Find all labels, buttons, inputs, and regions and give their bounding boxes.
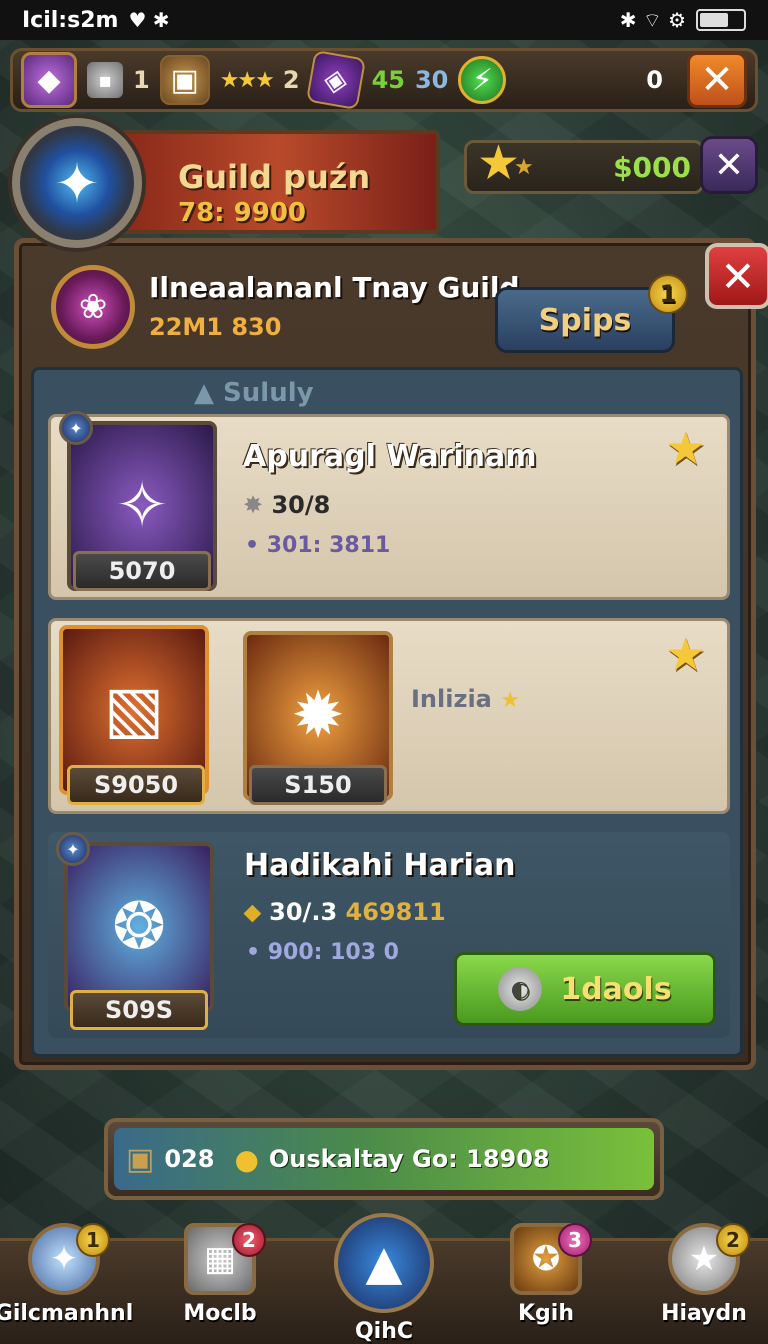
nav-label: QihC	[354, 1319, 414, 1344]
price-tag: 5070	[73, 551, 211, 591]
nav-item-play[interactable]: ▲ QihC	[324, 1213, 444, 1344]
guild-banner-title: Guild puźn	[178, 158, 371, 196]
connectivity-icons: ✱ ⌔ ⚙	[619, 7, 686, 32]
card-stat: ✸ 30/8	[243, 491, 330, 519]
rarity-badge-icon: ✦	[59, 411, 93, 445]
list-item[interactable]: ▧ S9050 ✹ S150 Inlizia ★ ★	[48, 618, 730, 814]
emerald-icon[interactable]: ⚡	[458, 56, 507, 104]
nav-item-hero[interactable]: ★ 2 Hiaydn	[644, 1223, 764, 1344]
reward-list: ▲ Sululy ✧ ✦ 5070 Apuragl Warinam ✸ 30/8…	[31, 367, 743, 1057]
play-gem-icon: ▲	[334, 1213, 434, 1313]
guild-banner-subtitle: 78: 9900	[178, 198, 306, 228]
favorite-star-icon[interactable]: ★	[665, 421, 706, 475]
magic-box-icon: ◈	[305, 49, 366, 111]
claim-label: 1daols	[560, 971, 672, 1007]
coin-icon: ◐	[498, 967, 543, 1011]
spips-label: Spips	[538, 302, 632, 338]
small-star-icon: ★	[500, 688, 520, 713]
card-label: Inlizia ★	[411, 685, 520, 713]
summary-bar[interactable]: ▣ 028 ● Ouskaltay Go: 18908	[104, 1118, 664, 1200]
favorite-star-icon[interactable]: ★	[665, 627, 706, 681]
close-panel-button[interactable]: ✕	[705, 243, 768, 309]
list-heading: ▲ Sululy	[194, 378, 314, 408]
panel-header: ❀ Ilneaalananl Tnay Guild 22M1 830 Spips…	[29, 243, 768, 361]
card-stat-value: 30/8	[271, 491, 331, 519]
gold-shard-icon: ⬥	[244, 898, 270, 926]
gold-value: $000	[613, 150, 691, 184]
nav-label: Gilcmanhnl	[0, 1301, 134, 1326]
guild-code: 22M1 830	[149, 313, 282, 341]
claim-button[interactable]: ◐ 1daols	[454, 952, 716, 1026]
card-subtext: • 900: 103 0	[246, 940, 399, 965]
gold-display: ★ ★ $000	[464, 135, 704, 194]
guild-banner: Guild puźn 78: 9900	[120, 130, 440, 234]
bottom-nav: ✦ 1 Gilcmanhnl ▦ 2 Moclb ▲ QihC ✪ 3 Kgih…	[0, 1213, 768, 1344]
nav-badge: 1	[76, 1223, 110, 1257]
nav-item-guild[interactable]: ✦ 1 Gilcmanhnl	[0, 1223, 133, 1344]
status-time: Icil:s2m	[22, 7, 119, 33]
amulet-card-icon: ❂	[64, 842, 214, 1012]
card-title: Apuragl Warinam	[243, 439, 537, 474]
card-title: Hadikahi Harian	[244, 848, 516, 883]
card-subtext: • 301: 3811	[245, 533, 391, 558]
list-item[interactable]: ✧ ✦ 5070 Apuragl Warinam ✸ 30/8 • 301: 3…	[48, 411, 730, 600]
nav-label: Hiaydn	[661, 1301, 747, 1326]
stone-count: 1	[133, 66, 150, 94]
card-label-text: Inlizia	[411, 685, 492, 713]
guild-badge-icon: ❀	[51, 265, 135, 349]
price-tag: S9050	[67, 765, 205, 805]
nav-badge: 2	[232, 1223, 266, 1257]
coins-icon: ●	[234, 1142, 259, 1176]
mana-count: 30	[414, 66, 449, 94]
card-stat-extra: 469811	[345, 898, 446, 926]
guild-name: Ilneaalananl Tnay Guild	[149, 271, 520, 304]
close-resource-button[interactable]: ✕	[687, 52, 747, 108]
nav-label: Moclb	[183, 1301, 257, 1326]
close-gold-button[interactable]: ✕	[700, 136, 758, 194]
nav-badge: 3	[558, 1223, 592, 1257]
small-star-icon: ★	[514, 154, 534, 180]
nav-label: Kgih	[518, 1301, 574, 1326]
crate-count: 2	[282, 66, 300, 94]
card-stat-value: 30/.3	[269, 898, 338, 926]
nav-item-mode[interactable]: ▦ 2 Moclb	[160, 1223, 280, 1344]
nav-item-kingdom[interactable]: ✪ 3 Kgih	[486, 1223, 606, 1344]
energy-count: 45	[371, 66, 405, 94]
price-tag: S09S	[70, 990, 208, 1030]
summary-text: Ouskaltay Go: 18908	[268, 1145, 550, 1173]
spips-button[interactable]: Spips 1	[495, 274, 688, 353]
chest-icon: ▣	[126, 1141, 155, 1177]
card-stat: ⬥ 30/.3 469811	[244, 898, 446, 926]
rarity-badge-icon: ✦	[56, 832, 90, 866]
rock-icon: ✸	[243, 491, 272, 519]
spips-badge: 1	[648, 274, 688, 314]
battery-icon	[696, 9, 746, 31]
status-bar: Icil:s2m ♥ ✱ ✱ ⌔ ⚙	[0, 0, 768, 40]
price-tag: S150	[249, 765, 387, 805]
guild-emblem-icon[interactable]: ✦	[12, 118, 142, 248]
list-item[interactable]: ❂ ✦ S09S Hadikahi Harian ⬥ 30/.3 469811 …	[48, 832, 730, 1038]
notification-icons: ♥ ✱	[128, 8, 170, 32]
nav-badge: 2	[716, 1223, 750, 1257]
guild-panel: ❀ Ilneaalananl Tnay Guild 22M1 830 Spips…	[14, 238, 768, 1070]
crate-icon: ▣	[159, 55, 210, 105]
stone-icon: ▪	[87, 62, 123, 98]
summary-count: 028	[164, 1145, 215, 1173]
currency-count: 0	[646, 66, 663, 94]
resource-bar: ◆ ▪ 1 ▣ ★★★ 2 ◈ 45 30 ⚡ 0 ✕	[10, 48, 758, 112]
crystal-chest-icon[interactable]: ◆	[21, 52, 77, 108]
rating-stars: ★★★	[219, 67, 275, 93]
